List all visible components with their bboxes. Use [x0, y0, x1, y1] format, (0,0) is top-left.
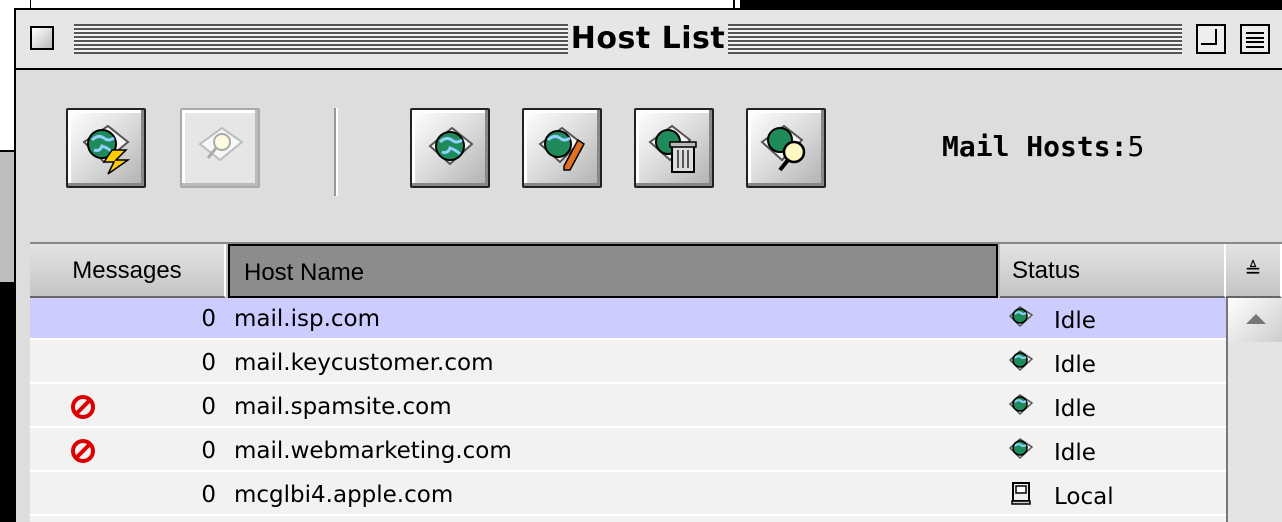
edit-host-pencil-icon [538, 126, 585, 171]
edit-host-button[interactable] [522, 108, 602, 188]
mail-hosts-label: Mail Hosts: [942, 130, 1128, 163]
message-count: 0 [201, 394, 216, 420]
globe-status-icon [1008, 394, 1034, 416]
host-list-window: Host List Mail Hosts:5 Messages Host Nam… [14, 8, 1282, 522]
column-status[interactable]: Status [1000, 244, 1226, 298]
title-stripes-left [74, 24, 568, 54]
host-button[interactable] [410, 108, 490, 188]
column-header: Messages Host Name Status ≜ [30, 242, 1282, 300]
search-host-button[interactable] [746, 108, 826, 188]
table-row[interactable]: 0 mail.isp.com Idle [30, 298, 1226, 340]
message-count: 0 [201, 350, 216, 376]
title-bar[interactable]: Host List [16, 10, 1282, 70]
search-host-magnifier-icon [760, 124, 806, 172]
mail-hosts-count: 5 [1127, 130, 1145, 163]
connect-globe-lightning-icon [82, 124, 131, 175]
host-name: mail.spamsite.com [234, 394, 452, 420]
host-name: mail.isp.com [234, 306, 380, 332]
scroll-up-arrow-icon[interactable] [1228, 298, 1282, 342]
collapse-box-button[interactable] [1240, 24, 1270, 54]
host-name: mail.webmarketing.com [234, 438, 512, 464]
computer-status-icon [1011, 482, 1031, 505]
host-status: Idle [1054, 396, 1096, 422]
toolbar-divider [334, 108, 338, 196]
globe-host-icon [428, 126, 474, 166]
host-name: mail.keycustomer.com [234, 350, 494, 376]
table-row[interactable]: 0 mail.keycustomer.com Idle [30, 342, 1226, 384]
host-name: mcglbi4.apple.com [234, 482, 454, 508]
zoom-box-button[interactable] [1196, 24, 1226, 54]
mail-hosts-counter: Mail Hosts:5 [942, 130, 1144, 163]
close-box-button[interactable] [30, 26, 54, 50]
host-list: 0 mail.isp.com Idle 0 mail.keycustomer.com Id… [30, 298, 1226, 522]
delete-host-button[interactable] [634, 108, 714, 188]
table-row[interactable]: 0 mcglbi4.apple.com Local [30, 474, 1226, 516]
message-count: 0 [201, 438, 216, 464]
vertical-scrollbar[interactable] [1226, 298, 1282, 522]
globe-status-icon [1008, 350, 1034, 372]
host-status: Idle [1054, 440, 1096, 466]
title-stripes-right [728, 24, 1182, 54]
find-magnifier-icon [198, 126, 244, 162]
delete-host-trash-icon [648, 124, 697, 173]
host-status: Local [1054, 484, 1114, 510]
connect-button[interactable] [66, 108, 146, 188]
column-messages[interactable]: Messages [30, 244, 226, 298]
message-count: 0 [201, 306, 216, 332]
table-row[interactable]: 0 mail.webmarketing.com Idle [30, 430, 1226, 472]
find-button[interactable] [180, 108, 260, 188]
message-count: 0 [201, 482, 216, 508]
window-title: Host List [570, 21, 726, 56]
host-status: Idle [1054, 308, 1096, 334]
toolbar: Mail Hosts:5 [16, 70, 1282, 242]
host-status: Idle [1054, 352, 1096, 378]
column-host-name[interactable]: Host Name [228, 244, 998, 298]
table-row[interactable]: 0 mail.spamsite.com Idle [30, 386, 1226, 428]
globe-status-icon [1008, 438, 1034, 460]
globe-status-icon [1008, 306, 1034, 328]
sort-direction-button[interactable]: ≜ [1226, 244, 1282, 298]
